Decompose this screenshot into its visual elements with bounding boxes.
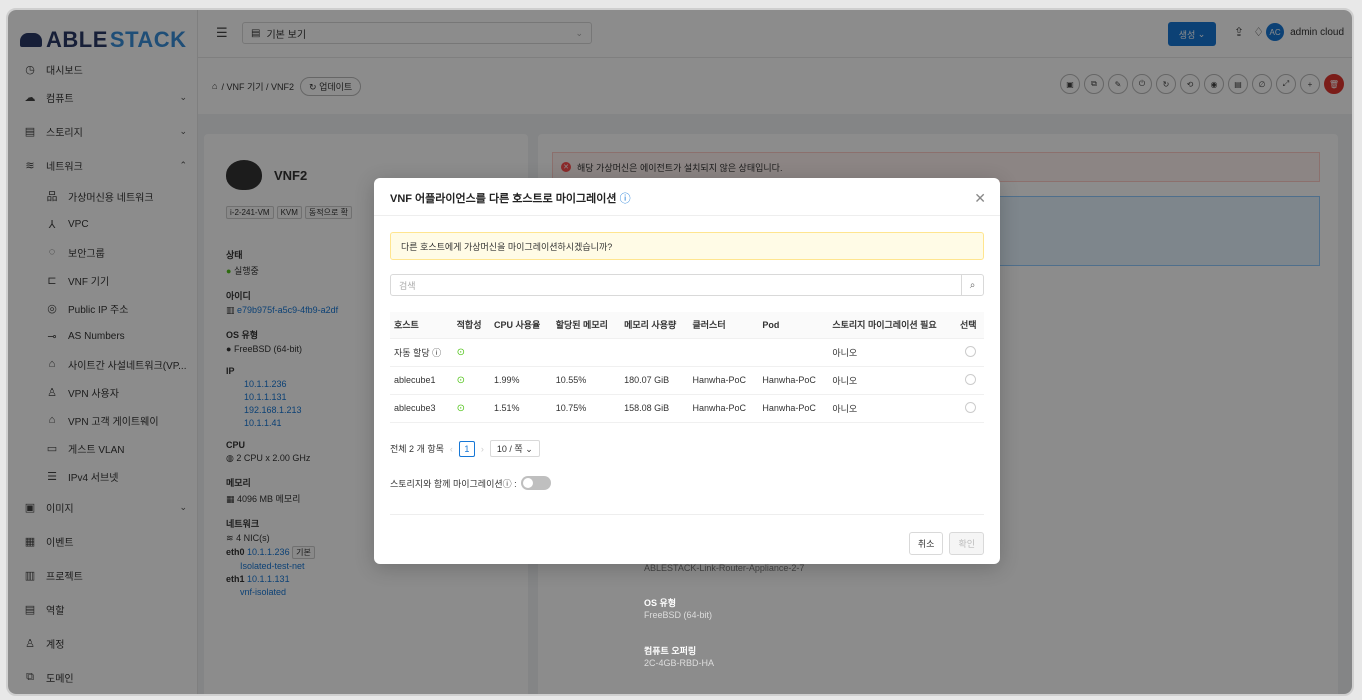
- table-row[interactable]: ablecube3 ⊙ 1.51% 10.75% 158.08 GiB Hanwha-Po…: [390, 394, 984, 423]
- table-row[interactable]: 자동 할당 ⓘ ⊙ 아니오: [390, 338, 984, 367]
- cell-cpu: [489, 338, 552, 367]
- page-size-select[interactable]: 10 / 쪽 ⌄: [489, 440, 540, 457]
- host-radio[interactable]: [964, 401, 976, 413]
- column-header: 메모리 사용량: [620, 312, 689, 339]
- page-size-value: 10 / 쪽: [496, 444, 523, 454]
- check-circle-icon: ⊙: [456, 402, 466, 414]
- cell-select[interactable]: [956, 338, 984, 367]
- cell-cpu: 1.99%: [489, 366, 552, 395]
- cell-used: [620, 338, 689, 367]
- column-header: 선택: [956, 312, 984, 339]
- table-body: 자동 할당 ⓘ ⊙ 아니오 ablecube1 ⊙ 1.99% 10.55% 180.07 G…: [390, 338, 984, 423]
- column-header: 적합성: [452, 312, 490, 339]
- column-header: 스토리지 마이그레이션 필요: [828, 312, 957, 339]
- warning-alert: 다른 호스트에게 가상머신을 마이그레이션하시겠습니까?: [390, 232, 984, 260]
- host-radio[interactable]: [964, 345, 976, 357]
- close-icon[interactable]: ✕: [974, 190, 986, 207]
- check-circle-icon: ⊙: [456, 346, 466, 358]
- host-table: 호스트 적합성 CPU 사용율 할당된 메모리 메모리 사용량 클러스터 Pod 스토리지 마…: [390, 312, 984, 423]
- cell-pod: Hanwha-PoC: [758, 366, 829, 395]
- column-header: 할당된 메모리: [551, 312, 621, 339]
- search-icon[interactable]: ⌕: [961, 275, 983, 295]
- modal-footer: 취소 확인: [908, 532, 984, 555]
- cell-pod: Hanwha-PoC: [758, 394, 829, 423]
- column-header: Pod: [758, 312, 829, 339]
- help-icon[interactable]: ⓘ: [620, 193, 631, 205]
- migrate-modal: VNF 어플라이언스를 다른 호스트로 마이그레이션 ⓘ ✕ 다른 호스트에게 …: [374, 178, 1000, 564]
- cell-cluster: Hanwha-PoC: [688, 366, 759, 395]
- storage-migration-row: 스토리지와 함께 마이그레이션ⓘ :: [390, 476, 551, 490]
- offering-label: 컴퓨트 오퍼링: [644, 646, 697, 656]
- cell-select[interactable]: [956, 394, 984, 423]
- right-os-value: FreeBSD (64-bit): [644, 610, 713, 620]
- cell-storage: 아니오: [828, 366, 957, 395]
- cell-host: ablecube3: [390, 394, 453, 423]
- table-row[interactable]: ablecube1 ⊙ 1.99% 10.55% 180.07 GiB Hanwha-Po…: [390, 366, 984, 395]
- modal-title: VNF 어플라이언스를 다른 호스트로 마이그레이션 ⓘ: [390, 190, 631, 206]
- cell-host: 자동 할당 ⓘ: [390, 338, 453, 367]
- page-number[interactable]: 1: [458, 440, 475, 457]
- modal-title-text: VNF 어플라이언스를 다른 호스트로 마이그레이션: [390, 193, 617, 205]
- search-input[interactable]: 검색 ⌕: [390, 274, 984, 296]
- app-frame: ABLE STACK ◷ 대시보드 ☁ 컴퓨트 ⌄ ▤ 스토리지 ⌄ ≋ 네트워크 ⌃ 品 가상머신용 네…: [6, 8, 1354, 696]
- cell-storage: 아니오: [828, 394, 957, 423]
- cancel-button[interactable]: 취소: [908, 532, 944, 555]
- cell-pod: [758, 338, 829, 367]
- prev-page-icon[interactable]: ‹: [450, 444, 453, 454]
- storage-migration-label: 스토리지와 함께 마이그레이션ⓘ :: [390, 478, 517, 489]
- offering-value: 2C-4GB-RBD-HA: [644, 658, 715, 668]
- storage-migration-toggle[interactable]: [520, 476, 551, 490]
- cell-host: ablecube1: [390, 366, 453, 395]
- warning-text: 다른 호스트에게 가상머신을 마이그레이션하시겠습니까?: [401, 241, 613, 252]
- modal-divider: [374, 215, 1000, 216]
- cell-alloc: 10.55%: [551, 366, 621, 395]
- sidebar-item[interactable]: ⌂인프라스트럭쳐⌄: [8, 694, 197, 696]
- cell-used: 180.07 GiB: [620, 366, 689, 395]
- cell-storage: 아니오: [828, 338, 957, 367]
- host-radio[interactable]: [964, 373, 976, 385]
- cell-suitable: ⊙: [452, 338, 490, 367]
- next-page-icon[interactable]: ›: [481, 444, 484, 454]
- pagination: 전체 2 개 항목 ‹ 1 › 10 / 쪽 ⌄: [390, 440, 540, 457]
- cell-cpu: 1.51%: [489, 394, 552, 423]
- cell-alloc: 10.75%: [551, 394, 621, 423]
- cell-cluster: [688, 338, 759, 367]
- column-header: 호스트: [390, 312, 453, 339]
- check-circle-icon: ⊙: [456, 374, 466, 386]
- cell-used: 158.08 GiB: [620, 394, 689, 423]
- cell-select[interactable]: [956, 366, 984, 395]
- search-placeholder: 검색: [399, 280, 416, 291]
- total-count: 전체 2 개 항목: [390, 444, 444, 454]
- cell-suitable: ⊙: [452, 366, 490, 395]
- template-name: ABLESTACK-Link-Router-Appliance-2-7: [644, 563, 805, 573]
- cell-suitable: ⊙: [452, 394, 490, 423]
- cell-cluster: Hanwha-PoC: [688, 394, 759, 423]
- column-header: CPU 사용율: [489, 312, 552, 339]
- column-header: 클러스터: [688, 312, 759, 339]
- cell-alloc: [551, 338, 621, 367]
- table-header-row: 호스트 적합성 CPU 사용율 할당된 메모리 메모리 사용량 클러스터 Pod 스토리지 마…: [390, 312, 984, 339]
- right-os-label: OS 유형: [644, 598, 677, 608]
- ok-button[interactable]: 확인: [949, 532, 984, 555]
- modal-footer-divider: [390, 514, 984, 515]
